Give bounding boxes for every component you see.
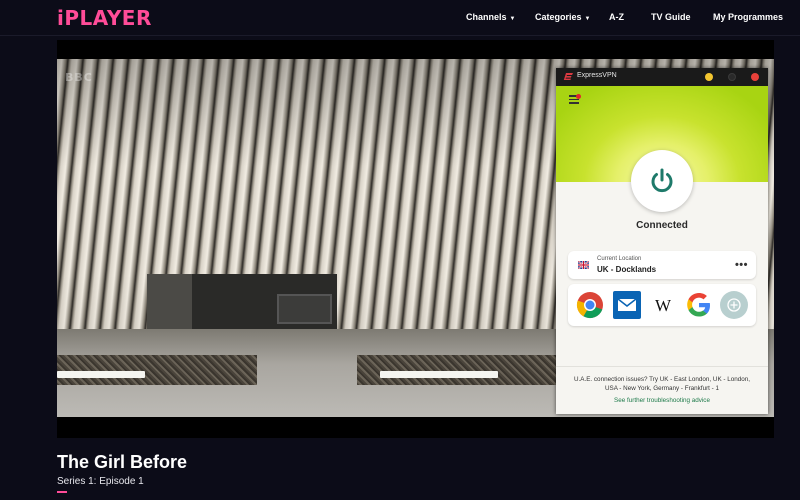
wikipedia-icon[interactable]: W	[649, 291, 677, 319]
vpn-titlebar[interactable]: ExpressVPN	[556, 68, 768, 86]
nav-my-programmes-label: My Programmes	[713, 12, 784, 22]
nav-a-z-label: A-Z	[609, 12, 624, 22]
video-light-strip-right	[380, 371, 498, 378]
power-icon	[651, 168, 673, 193]
iplayer-page: iPLAYER Channels ▼ Categories ▼ A-Z TV Gui…	[0, 0, 800, 500]
nav-categories-label: Categories	[535, 12, 582, 22]
mail-icon[interactable]	[613, 291, 641, 319]
notification-dot	[576, 94, 581, 99]
nav-a-z[interactable]: A-Z	[609, 12, 624, 22]
vpn-window-title: ExpressVPN	[577, 72, 617, 79]
nav-tv-guide[interactable]: TV Guide	[651, 12, 691, 22]
nav-my-programmes[interactable]: My Programmes	[713, 12, 783, 22]
chrome-icon[interactable]	[576, 291, 604, 319]
google-icon[interactable]	[685, 291, 713, 319]
add-shortcut-icon[interactable]	[720, 291, 748, 319]
bbc-watermark: BBC	[65, 71, 93, 84]
vpn-footer: U.A.E. connection issues? Try UK - East …	[556, 366, 768, 404]
top-navigation-bar: iPLAYER Channels ▼ Categories ▼ A-Z TV Gui…	[0, 0, 800, 36]
episode-subtitle: Series 1: Episode 1	[57, 476, 144, 487]
video-window	[277, 294, 332, 324]
svg-text:W: W	[655, 296, 672, 315]
video-gravel-left	[57, 355, 257, 385]
video-light-strip-left	[57, 371, 145, 378]
nav-channels[interactable]: Channels ▼	[466, 12, 515, 22]
nav-tv-guide-label: TV Guide	[651, 12, 691, 22]
troubleshooting-link[interactable]: See further troubleshooting advice	[556, 397, 768, 404]
chevron-down-icon: ▼	[584, 16, 591, 22]
chevron-down-icon: ▼	[509, 16, 516, 22]
location-selector[interactable]: Current Location UK - Docklands •••	[568, 251, 756, 279]
uk-flag-icon	[578, 261, 589, 269]
app-shortcuts: W	[568, 284, 756, 326]
subtitle-accent-line	[57, 491, 67, 493]
programme-title: The Girl Before	[57, 452, 188, 472]
more-options-icon[interactable]: •••	[735, 259, 748, 271]
connection-status: Connected	[636, 220, 688, 231]
expressvpn-logo-icon	[563, 73, 573, 80]
expressvpn-window: ExpressVPN Connected Current Location UK…	[556, 68, 768, 414]
minimize-button[interactable]	[705, 73, 713, 81]
connection-tip: U.A.E. connection issues? Try UK - East …	[573, 376, 751, 392]
maximize-button[interactable]	[728, 73, 736, 81]
location-label: Current Location	[597, 256, 642, 262]
iplayer-logo[interactable]: iPLAYER	[57, 6, 152, 30]
location-name: UK - Docklands	[597, 265, 657, 274]
power-button[interactable]	[631, 150, 693, 212]
close-button[interactable]	[751, 73, 759, 81]
nav-channels-label: Channels	[466, 12, 507, 22]
video-gravel-right	[357, 355, 557, 385]
nav-categories[interactable]: Categories ▼	[535, 12, 590, 22]
